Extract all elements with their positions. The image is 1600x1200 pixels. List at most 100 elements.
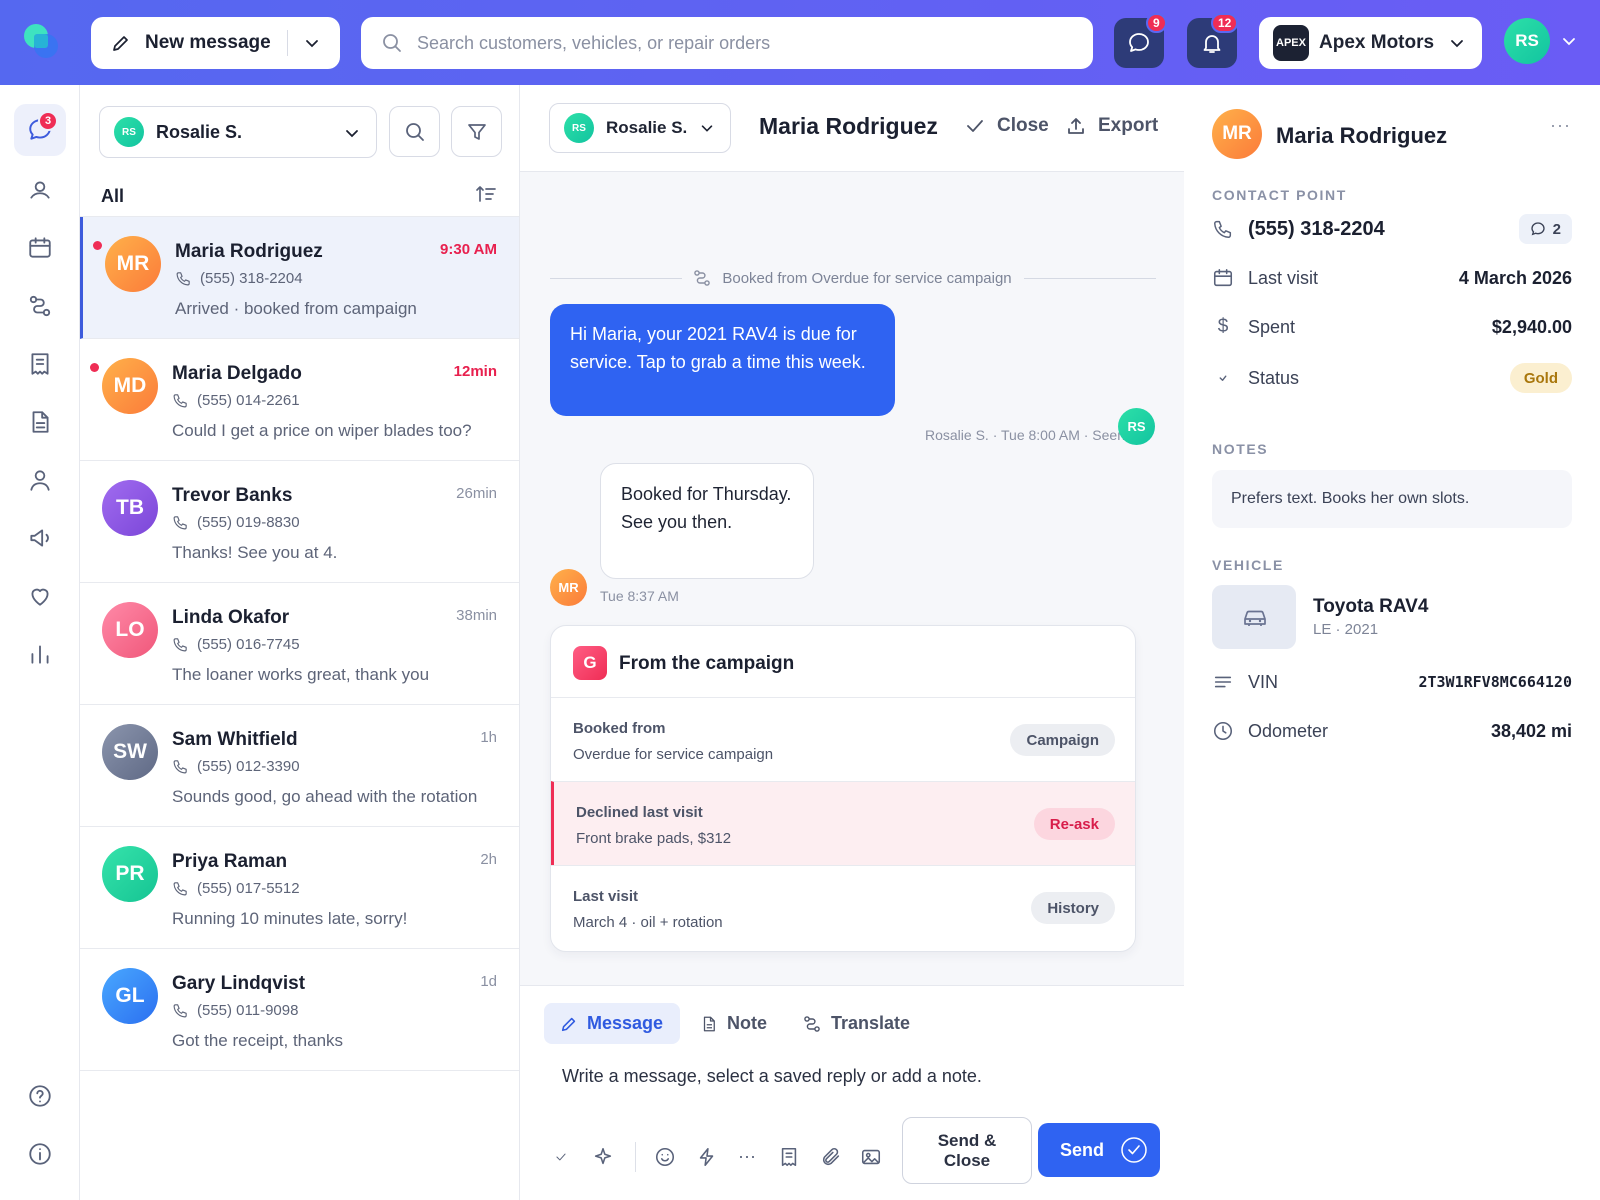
composer: Message Note Translate Write a message, … (520, 985, 1184, 1200)
search-input[interactable]: Search customers, vehicles, or repair or… (417, 33, 770, 54)
contact-name: Linda Okafor (172, 607, 290, 628)
info-icon[interactable] (27, 1141, 53, 1167)
spent-row: $ Spent $2,940.00 (1212, 312, 1572, 342)
export-button[interactable]: Export (1066, 115, 1158, 137)
contact-details-panel: MR Maria Rodriguez ··· CONTACT POINT (55… (1184, 85, 1600, 1200)
chevron-down-icon[interactable] (303, 34, 321, 52)
heart-icon[interactable] (27, 583, 53, 609)
pencil-icon (561, 1017, 576, 1031)
list-filter-button[interactable] (451, 106, 502, 157)
send-button[interactable]: Send (1038, 1123, 1160, 1177)
campaign-row-declined: Declined last visit Front brake pads, $3… (551, 781, 1135, 865)
tab-translate[interactable]: Translate (802, 1003, 910, 1044)
calendar-icon[interactable] (27, 235, 53, 261)
chat-header: RS Rosalie S. Maria Rodriguez Close Expo… (520, 85, 1184, 172)
vehicle-name[interactable]: Toyota RAV4 (1313, 596, 1428, 618)
sparkle-icon[interactable] (592, 1146, 614, 1168)
image-icon[interactable] (860, 1146, 882, 1168)
contact-avatar: MD (102, 358, 158, 414)
conversation-time: 2h (480, 851, 497, 868)
phone-text: (555) 012-3390 (197, 758, 300, 775)
lines-icon (1214, 676, 1232, 688)
status-label: Status (1248, 367, 1300, 388)
contacts-icon[interactable] (27, 177, 53, 203)
vin-value: 2T3W1RFV8MC664120 (1418, 673, 1572, 691)
chat-assignee-dropdown[interactable]: RS Rosalie S. (549, 103, 731, 153)
receipt-icon[interactable] (27, 351, 53, 377)
message-input[interactable]: Write a message, select a saved reply or… (562, 1066, 982, 1087)
sender-avatar: RS (1118, 408, 1155, 445)
chart-icon[interactable] (27, 641, 53, 667)
filter-all-label[interactable]: All (101, 186, 124, 207)
history-pill[interactable]: History (1031, 892, 1115, 924)
messages-button[interactable]: 9 (1114, 13, 1167, 68)
check-icon[interactable] (554, 1150, 568, 1164)
help-icon[interactable] (27, 1083, 53, 1109)
assignee-filter-dropdown[interactable]: RS Rosalie S. (99, 106, 377, 158)
left-nav-rail: 3 (0, 85, 80, 1200)
spent-label: Spent (1248, 316, 1296, 337)
attachment-icon[interactable] (820, 1146, 842, 1168)
contact-name: Maria Rodriguez (175, 241, 323, 262)
conversation-item[interactable]: LO Linda Okafor 38min (555) 016-7745 The loa… (80, 583, 519, 705)
contact-point-heading: CONTACT POINT (1212, 187, 1347, 203)
notes-field[interactable]: Prefers text. Books her own slots. (1212, 470, 1572, 528)
emoji-icon[interactable] (654, 1146, 676, 1168)
contact-avatar: LO (102, 602, 158, 658)
campaign-row-booked: Booked from Overdue for service campaign… (551, 697, 1135, 781)
nav-inbox[interactable]: 3 (14, 104, 66, 156)
lightning-icon[interactable] (696, 1146, 718, 1168)
user-avatar[interactable]: RS (1504, 18, 1550, 64)
notifications-button[interactable]: 12 (1187, 13, 1239, 68)
pencil-icon (113, 36, 128, 51)
document-icon[interactable] (27, 409, 53, 435)
tab-note[interactable]: Note (700, 1003, 767, 1044)
sort-icon[interactable] (475, 183, 497, 205)
conversation-time: 1d (480, 973, 497, 990)
more-options-icon[interactable]: ··· (1550, 115, 1571, 136)
chat-panel: RS Rosalie S. Maria Rodriguez Close Expo… (520, 85, 1184, 1200)
saved-reply-icon[interactable] (778, 1146, 800, 1168)
send-and-close-button[interactable]: Send & Close (902, 1117, 1032, 1184)
user-icon[interactable] (27, 467, 53, 493)
contact-phone[interactable]: (555) 318-2204 (1248, 218, 1385, 241)
shop-switcher[interactable]: APEX Apex Motors (1259, 17, 1482, 69)
app-logo-icon[interactable] (20, 20, 62, 62)
contact-phone: (555) 011-9098 (172, 1002, 298, 1019)
global-search[interactable]: Search customers, vehicles, or repair or… (361, 17, 1093, 69)
campaign-logo: G (573, 646, 607, 680)
conversation-count-badge[interactable]: 2 (1518, 214, 1572, 244)
conversation-count: 2 (1552, 220, 1561, 238)
last-visit-row: Last visit 4 March 2026 (1212, 263, 1572, 293)
conversation-item[interactable]: PR Priya Raman 2h (555) 017-5512 Running 10 … (80, 827, 519, 949)
megaphone-icon[interactable] (27, 525, 53, 551)
conversation-time: 1h (480, 729, 497, 746)
conversation-item[interactable]: GL Gary Lindqvist 1d (555) 011-9098 Got the … (80, 949, 519, 1071)
close-conversation-button[interactable]: Close (965, 115, 1049, 137)
contact-phone: (555) 318-2204 (175, 270, 303, 287)
conversation-item[interactable]: MD Maria Delgado 12min (555) 014-2261 Could … (80, 339, 519, 461)
conversation-list-panel: RS Rosalie S. All MR Maria Rodriguez 9:30 … (80, 85, 520, 1200)
message-preview: Thanks! See you at 4. (172, 543, 338, 562)
campaign-pill[interactable]: Campaign (1010, 724, 1115, 756)
new-message-button[interactable]: New message (91, 17, 340, 69)
export-label: Export (1098, 115, 1159, 136)
chevron-down-icon[interactable] (1560, 32, 1578, 50)
send-label: Send (1060, 1139, 1105, 1160)
message-preview: Sounds good, go ahead with the rotation (172, 787, 478, 806)
conversation-item[interactable]: SW Sam Whitfield 1h (555) 012-3390 Sounds go… (80, 705, 519, 827)
contact-avatar: PR (102, 846, 158, 902)
notes-heading: NOTES (1212, 441, 1269, 457)
conversation-item[interactable]: MR Maria Rodriguez 9:30 AM (555) 318-2204 Ar… (80, 217, 519, 339)
bell-icon (1203, 35, 1221, 53)
contact-avatar: MR (1212, 109, 1262, 159)
top-bar: New message Search customers, vehicles, … (0, 0, 1600, 85)
message-bubble-icon (1129, 33, 1149, 52)
more-icon[interactable]: ··· (738, 1146, 756, 1167)
tab-message[interactable]: Message (544, 1003, 680, 1044)
workflow-icon[interactable] (27, 293, 53, 319)
list-search-button[interactable] (389, 106, 440, 157)
re-ask-pill[interactable]: Re-ask (1033, 808, 1115, 840)
tab-translate-label: Translate (831, 1013, 911, 1033)
conversation-item[interactable]: TB Trevor Banks 26min (555) 019-8830 Thanks!… (80, 461, 519, 583)
